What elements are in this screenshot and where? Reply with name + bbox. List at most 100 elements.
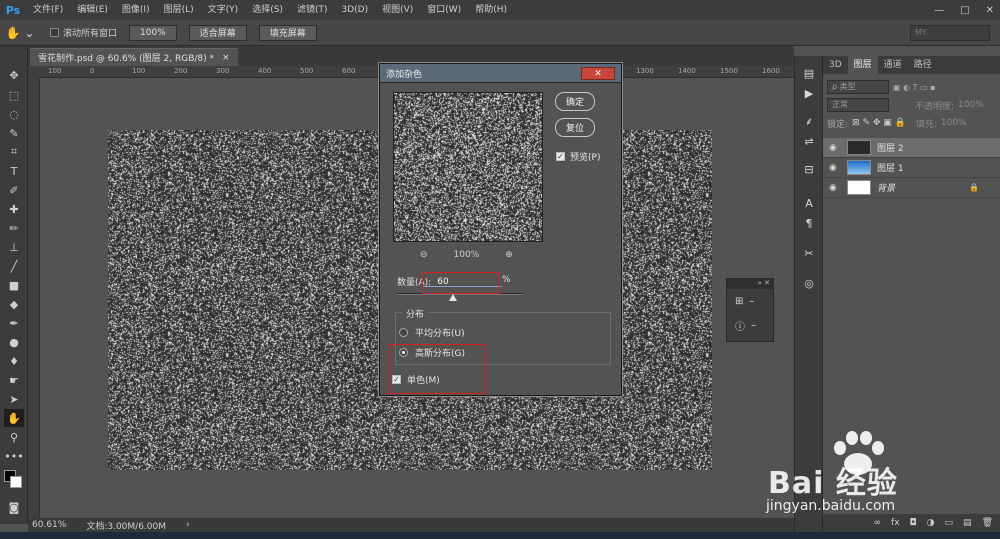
smudge-tool-icon[interactable]: ☛ [4, 371, 24, 389]
fill-value[interactable]: 100% [941, 118, 967, 128]
layer-row[interactable]: ◉ 背景 🔒 [823, 178, 1000, 198]
dialog-title-bar[interactable]: 添加杂色 ✕ [380, 64, 621, 83]
paragraph-icon[interactable]: ¶ [799, 214, 819, 232]
uniform-radio[interactable] [399, 328, 408, 337]
reset-button[interactable]: 复位 [555, 118, 595, 137]
tool-presets-icon[interactable]: ✂ [799, 244, 819, 262]
watermark-brand: Bai 经验 [768, 466, 898, 501]
ruler-origin[interactable] [28, 66, 40, 78]
type-tool-icon[interactable]: T [4, 162, 24, 180]
preview-option[interactable]: ✓ 预览(P) [556, 150, 600, 163]
background-color-swatch[interactable] [10, 476, 22, 488]
marquee-tool-icon[interactable]: ⬚ [4, 86, 24, 104]
actions-play-icon[interactable]: ▶ [799, 84, 819, 102]
menu-item-8[interactable]: 视图(V) [375, 0, 420, 20]
panel-collapse-handle[interactable]: » ✕ [727, 279, 773, 289]
blend-mode-select[interactable]: 正常 [827, 98, 889, 112]
status-zoom[interactable]: 60.61% [32, 520, 66, 530]
info-panel-button[interactable]: ⓘ – [727, 313, 773, 337]
uniform-option[interactable]: 平均分布(U) [399, 326, 465, 339]
close-tab-icon[interactable]: × [222, 53, 230, 63]
hand-tool-active-icon[interactable]: ✋ [4, 409, 24, 427]
status-expand-icon[interactable]: › [186, 520, 190, 530]
lock-row: 锁定: ⊠ ✎ ✥ ▣ 🔒 填充: 100% [823, 114, 1000, 132]
collapsed-panel-group: » ✕ ⊞ – ⓘ – [726, 278, 774, 342]
more-tools-icon[interactable]: ••• [4, 447, 24, 465]
menu-item-4[interactable]: 文字(Y) [201, 0, 246, 20]
blur-tool-icon[interactable]: ♦ [4, 352, 24, 370]
stamp-tool-icon[interactable]: ⊥ [4, 238, 24, 256]
line-tool-icon[interactable]: ╱ [4, 257, 24, 275]
zoom-in-icon[interactable]: ⊕ [505, 250, 513, 260]
hand-tool-icon[interactable]: ✋ ⌄ [0, 26, 40, 40]
menu-item-7[interactable]: 3D(D) [334, 0, 375, 20]
quick-mask-icon[interactable]: ◙ [4, 498, 24, 516]
panel-tab[interactable]: 通道 [878, 56, 908, 74]
filter-icons[interactable]: ▣ ◐ T ▭ ▪ [893, 83, 936, 92]
opacity-value[interactable]: 100% [958, 100, 984, 110]
move-tool-icon[interactable]: ✥ [4, 66, 24, 84]
zoom-tool-icon[interactable]: ⚲ [4, 428, 24, 446]
lock-icons[interactable]: ⊠ ✎ ✥ ▣ 🔒 [852, 118, 906, 128]
menu-item-5[interactable]: 选择(S) [245, 0, 290, 20]
scroll-all-windows-option[interactable]: 滚动所有窗口 [50, 26, 117, 39]
layer-row[interactable]: ◉ 图层 1 [823, 158, 1000, 178]
character-icon[interactable]: A [799, 194, 819, 212]
dodge-tool-icon[interactable]: ● [4, 333, 24, 351]
layer-kind-filter[interactable]: ρ 类型 [827, 80, 889, 94]
menu-item-0[interactable]: 文件(F) [26, 0, 70, 20]
brush-tool-icon[interactable]: ✏ [4, 219, 24, 237]
workspace-select[interactable]: MY [910, 25, 990, 41]
zoom-out-icon[interactable]: ⊖ [420, 250, 428, 260]
layers-footer-icon[interactable]: 🗑 [982, 518, 993, 528]
path-select-tool-icon[interactable]: ➤ [4, 390, 24, 408]
layer-name[interactable]: 图层 2 [877, 141, 904, 154]
adjustments-icon[interactable]: ⇌ [799, 132, 819, 150]
fill-screen-button[interactable]: 填充屏幕 [258, 24, 317, 41]
visibility-eye-icon[interactable]: ◉ [829, 163, 841, 173]
window-controls: — □ ✕ [934, 0, 994, 20]
layer-name[interactable]: 背景 [877, 181, 895, 194]
menu-item-3[interactable]: 图层(L) [157, 0, 201, 20]
libraries-icon[interactable]: ⊟ [799, 160, 819, 178]
lasso-tool-icon[interactable]: ◌ [4, 105, 24, 123]
eyedropper-tool-icon[interactable]: ✐ [4, 181, 24, 199]
preview-zoom-controls: ⊖ 100% ⊕ [420, 250, 513, 260]
preview-checkbox[interactable]: ✓ [556, 152, 565, 161]
fit-screen-button[interactable]: 适合屏幕 [188, 24, 247, 41]
menu-item-2[interactable]: 图像(I) [115, 0, 157, 20]
layer-name[interactable]: 图层 1 [877, 161, 904, 174]
color-icon[interactable]: ◎ [799, 274, 819, 292]
eraser-tool-icon[interactable]: ◆ [4, 295, 24, 313]
visibility-eye-icon[interactable]: ◉ [829, 183, 841, 193]
history-icon[interactable]: ▤ [799, 64, 819, 82]
menu-item-1[interactable]: 编辑(E) [70, 0, 115, 20]
crop-tool-icon[interactable]: ⌗ [4, 143, 24, 161]
layers-panel-tabs: 3D 图层 通道 路径 [823, 56, 1000, 74]
scroll-all-checkbox[interactable] [50, 28, 59, 37]
status-doc-size[interactable]: 文档:3.00M/6.00M [86, 519, 166, 532]
noise-preview-window[interactable] [393, 92, 543, 242]
minimize-icon[interactable]: — [934, 5, 944, 16]
amount-slider-thumb[interactable] [449, 294, 457, 301]
ok-button[interactable]: 确定 [555, 92, 595, 111]
menu-item-6[interactable]: 滤镜(T) [290, 0, 335, 20]
close-icon[interactable]: ✕ [986, 5, 994, 16]
document-tab[interactable]: 雪花制作.psd @ 60.6% (图层 2, RGB/8) * × [30, 48, 238, 66]
panel-tab[interactable]: 路径 [908, 56, 938, 74]
menu-item-10[interactable]: 帮助(H) [468, 0, 514, 20]
visibility-eye-icon[interactable]: ◉ [829, 143, 841, 153]
dialog-close-button[interactable]: ✕ [581, 67, 615, 80]
pen-tool-icon[interactable]: ✒ [4, 314, 24, 332]
panel-tab[interactable]: 3D [823, 56, 848, 74]
brush-settings-icon[interactable]: ⸙ [799, 112, 819, 130]
gradient-tool-icon[interactable]: ■ [4, 276, 24, 294]
menu-item-9[interactable]: 窗口(W) [420, 0, 468, 20]
zoom-100-button[interactable]: 100% [129, 24, 177, 41]
healing-tool-icon[interactable]: ✚ [4, 200, 24, 218]
maximize-icon[interactable]: □ [960, 5, 969, 16]
properties-panel-button[interactable]: ⊞ – [727, 289, 773, 313]
panel-tab[interactable]: 图层 [847, 56, 878, 74]
layer-row[interactable]: ◉ 图层 2 [823, 138, 1000, 158]
quick-select-tool-icon[interactable]: ✎ [4, 124, 24, 142]
